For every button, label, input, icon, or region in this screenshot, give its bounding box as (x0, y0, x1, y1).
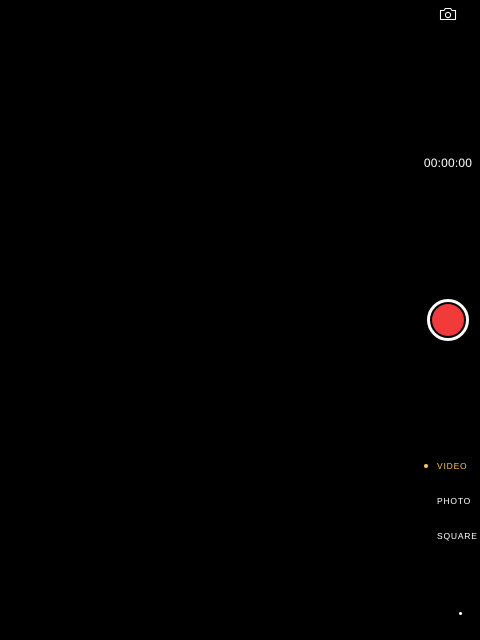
switch-camera-button[interactable] (436, 4, 460, 24)
mode-photo[interactable]: PHOTO (418, 493, 480, 509)
record-button-inner (432, 304, 464, 336)
camera-switch-icon (439, 7, 457, 21)
page-indicator-dot (459, 612, 462, 615)
camera-viewfinder[interactable] (0, 0, 480, 640)
recording-timer: 00:00:00 (423, 156, 473, 170)
capture-mode-list: VIDEO PHOTO SQUARE (418, 458, 480, 544)
record-button[interactable] (427, 299, 469, 341)
mode-video[interactable]: VIDEO (418, 458, 480, 474)
mode-square[interactable]: SQUARE (418, 528, 480, 544)
